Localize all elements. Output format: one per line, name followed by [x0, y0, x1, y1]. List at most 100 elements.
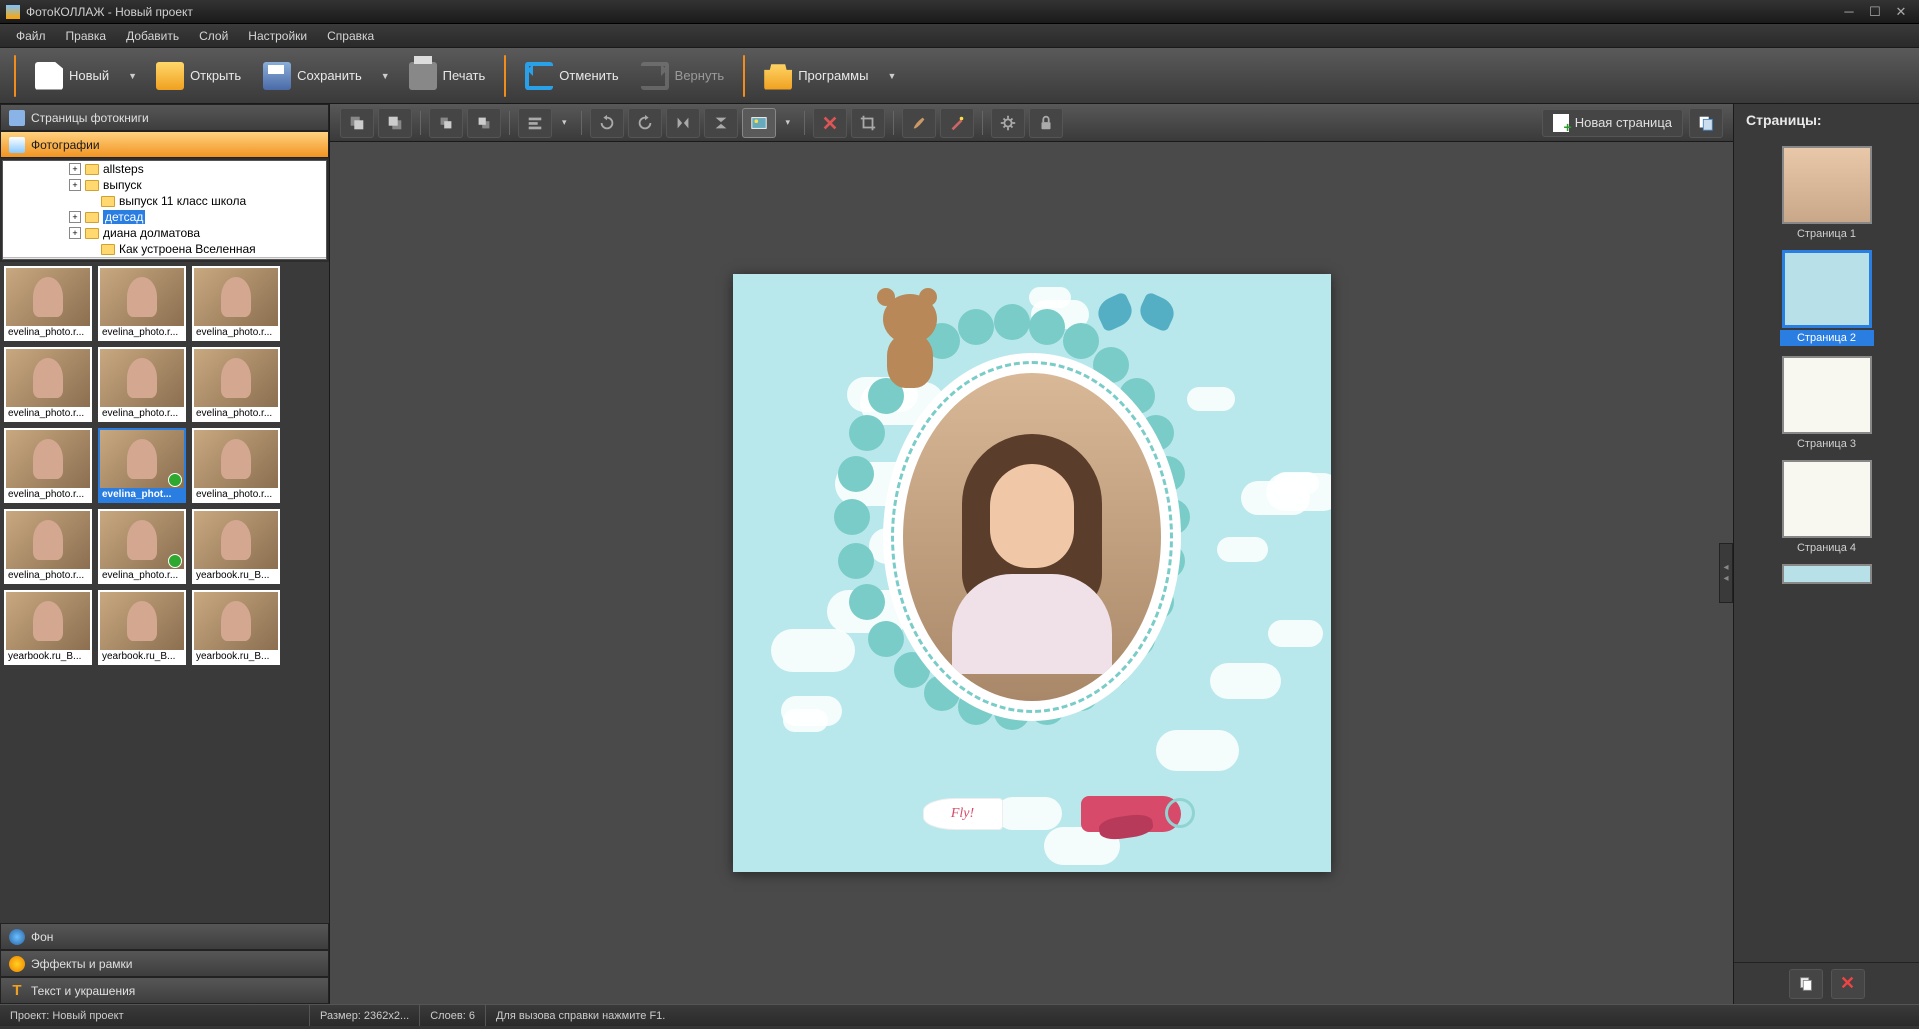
photo-thumb[interactable]: yearbook.ru_B... — [98, 590, 186, 665]
delete-page-button[interactable]: ✕ — [1831, 969, 1865, 999]
photo-grid[interactable]: evelina_photo.r...evelina_photo.r...evel… — [0, 262, 329, 923]
undo-button[interactable]: Отменить — [516, 57, 627, 95]
menu-settings[interactable]: Настройки — [238, 26, 317, 46]
redo-button[interactable]: Вернуть — [632, 57, 734, 95]
expand-icon[interactable]: + — [69, 163, 81, 175]
flip-v-button[interactable] — [704, 108, 738, 138]
print-button[interactable]: Печать — [400, 57, 495, 95]
toolbar-divider — [504, 55, 506, 97]
file-icon — [35, 62, 63, 90]
fit-dropdown[interactable]: ▾ — [780, 117, 797, 128]
pages-list[interactable]: Страница 1 Страница 2 Страница 3 Страница 4 — [1734, 136, 1919, 962]
expand-icon[interactable]: + — [69, 211, 81, 223]
fit-button[interactable] — [742, 108, 776, 138]
canvas-area[interactable]: Fly! ◂◂ — [330, 142, 1733, 1004]
bow-sticker[interactable] — [1096, 289, 1176, 349]
tree-item[interactable]: +детсад — [3, 209, 326, 225]
programs-button[interactable]: Программы — [755, 57, 877, 95]
photo-thumb[interactable]: yearbook.ru_B... — [192, 590, 280, 665]
tab-effects[interactable]: Эффекты и рамки — [0, 950, 329, 977]
magic-button[interactable] — [940, 108, 974, 138]
photo-thumb[interactable]: evelina_photo.r... — [4, 428, 92, 503]
center-panel: ▾ ▾ Новая страница — [330, 104, 1733, 1004]
tab-background[interactable]: Фон — [0, 923, 329, 950]
tree-label: выпуск 11 класс школа — [119, 194, 246, 208]
lock-button[interactable] — [1029, 108, 1063, 138]
menu-help[interactable]: Справка — [317, 26, 384, 46]
tree-item[interactable]: +выпуск — [3, 177, 326, 193]
copy-page-button[interactable] — [1789, 969, 1823, 999]
pages-header: Страницы: — [1734, 104, 1919, 136]
photo-thumb[interactable]: evelina_photo.r... — [4, 266, 92, 341]
crop-button[interactable] — [851, 108, 885, 138]
save-button[interactable]: Сохранить — [254, 57, 371, 95]
flip-h-icon — [674, 114, 692, 132]
photo-thumb[interactable]: evelina_photo.r... — [98, 509, 186, 584]
delete-button[interactable] — [813, 108, 847, 138]
photo-thumb[interactable]: yearbook.ru_B... — [4, 590, 92, 665]
menu-file[interactable]: Файл — [6, 26, 56, 46]
photo-thumb[interactable]: evelina_photo.r... — [98, 266, 186, 341]
align-button[interactable] — [518, 108, 552, 138]
duplicate-page-button[interactable] — [1689, 108, 1723, 138]
page-thumb[interactable] — [1780, 564, 1874, 584]
tab-text[interactable]: T Текст и украшения — [0, 977, 329, 1004]
align-dropdown[interactable]: ▾ — [556, 117, 573, 128]
tree-item[interactable]: +allsteps — [3, 161, 326, 177]
programs-dropdown[interactable]: ▼ — [881, 71, 902, 81]
maximize-button[interactable]: ☐ — [1863, 3, 1887, 21]
new-page-button[interactable]: Новая страница — [1542, 109, 1683, 137]
forward-button[interactable] — [429, 108, 463, 138]
bear-sticker[interactable] — [863, 284, 953, 394]
minimize-button[interactable]: ─ — [1837, 3, 1861, 21]
panel-collapse-handle[interactable]: ◂◂ — [1719, 543, 1733, 603]
photo-thumb[interactable]: evelina_photo.r... — [98, 347, 186, 422]
page-thumb[interactable]: Страница 2 — [1780, 250, 1874, 346]
page-thumb[interactable]: Страница 4 — [1780, 460, 1874, 554]
backward-button[interactable] — [467, 108, 501, 138]
left-panel: Страницы фотокниги Фотографии +allsteps+… — [0, 104, 330, 1004]
photo-thumb[interactable]: evelina_phot... — [98, 428, 186, 503]
tree-item[interactable]: Как устроена Вселенная — [3, 241, 326, 257]
canvas[interactable]: Fly! — [733, 274, 1331, 872]
flip-h-button[interactable] — [666, 108, 700, 138]
menu-edit[interactable]: Правка — [56, 26, 117, 46]
expand-icon[interactable]: + — [69, 227, 81, 239]
tree-label: диана долматова — [103, 226, 200, 240]
tree-item[interactable]: выпуск 11 класс школа — [3, 193, 326, 209]
open-button[interactable]: Открыть — [147, 57, 250, 95]
bring-front-button[interactable] — [340, 108, 374, 138]
photo-frame[interactable] — [877, 347, 1187, 727]
photo-thumb[interactable]: evelina_photo.r... — [192, 428, 280, 503]
close-button[interactable]: ✕ — [1889, 3, 1913, 21]
page-thumb[interactable]: Страница 3 — [1780, 356, 1874, 450]
new-dropdown[interactable]: ▼ — [122, 71, 143, 81]
page-thumb[interactable]: Страница 1 — [1780, 146, 1874, 240]
folder-tree[interactable]: +allsteps+выпусквыпуск 11 класс школа+де… — [2, 160, 327, 260]
menu-add[interactable]: Добавить — [116, 26, 189, 46]
settings-button[interactable] — [991, 108, 1025, 138]
tab-photos[interactable]: Фотографии — [0, 131, 329, 158]
photo-thumb[interactable]: evelina_photo.r... — [4, 347, 92, 422]
photo-thumb[interactable]: evelina_photo.r... — [192, 266, 280, 341]
new-button[interactable]: Новый — [26, 57, 118, 95]
rotate-right-button[interactable] — [628, 108, 662, 138]
send-back-button[interactable] — [378, 108, 412, 138]
photo-thumb[interactable]: yearbook.ru_B... — [192, 509, 280, 584]
rotate-left-button[interactable] — [590, 108, 624, 138]
photo-thumb[interactable]: evelina_photo.r... — [192, 347, 280, 422]
open-label: Открыть — [190, 68, 241, 83]
photo[interactable] — [903, 373, 1161, 701]
brush-button[interactable] — [902, 108, 936, 138]
expand-icon[interactable]: + — [69, 179, 81, 191]
save-dropdown[interactable]: ▼ — [375, 71, 396, 81]
scrollbar[interactable] — [3, 257, 326, 260]
new-label: Новый — [69, 68, 109, 83]
tree-item[interactable]: + диана долматова — [3, 225, 326, 241]
plane-sticker[interactable] — [1061, 772, 1201, 852]
tab-photobook-pages[interactable]: Страницы фотокниги — [0, 104, 329, 131]
menu-layer[interactable]: Слой — [189, 26, 238, 46]
banner-sticker[interactable]: Fly! — [923, 798, 1003, 830]
page-label: Страница 1 — [1780, 224, 1874, 240]
photo-thumb[interactable]: evelina_photo.r... — [4, 509, 92, 584]
